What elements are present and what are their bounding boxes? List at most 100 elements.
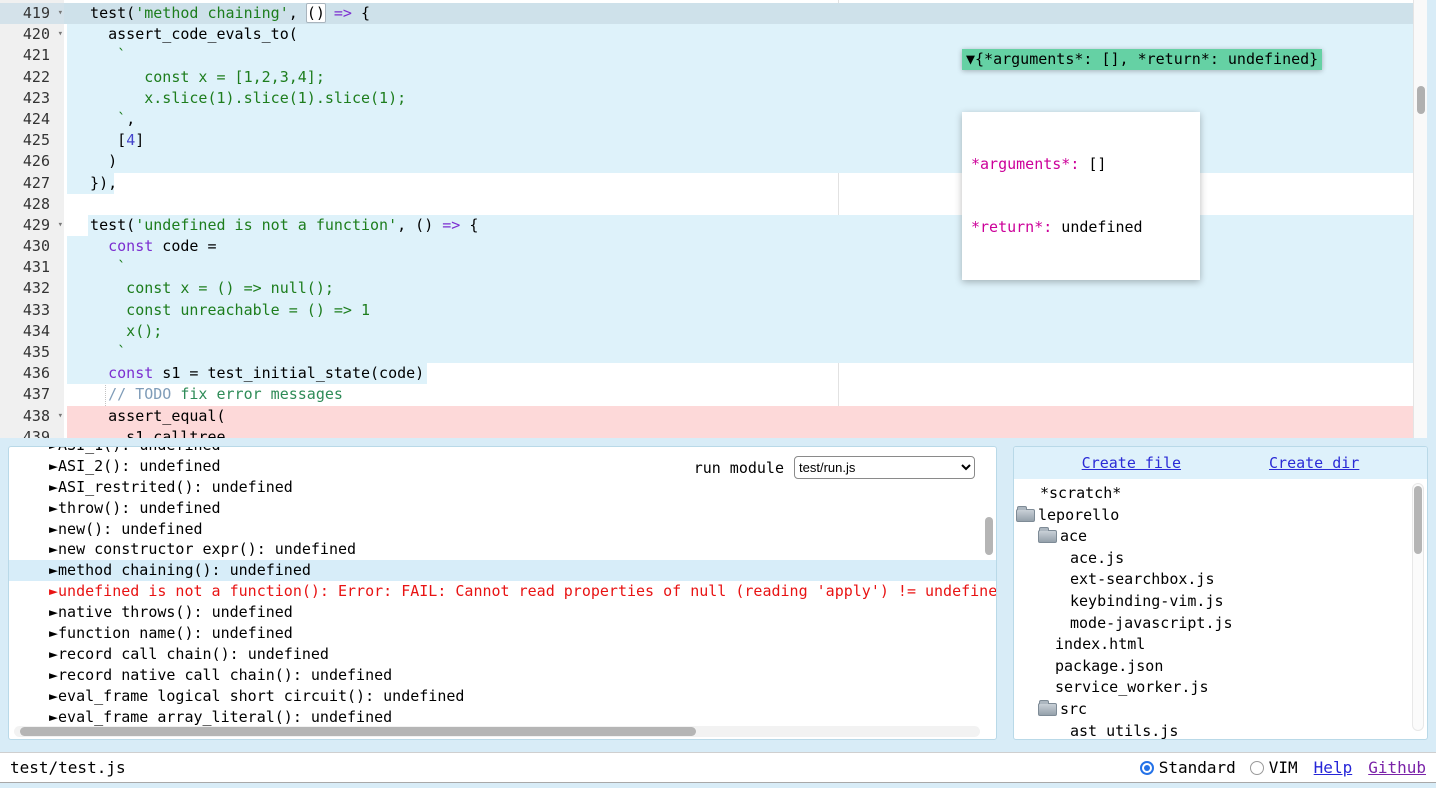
test-result-row[interactable]: ►method chaining(): undefined — [9, 560, 996, 581]
github-link[interactable]: Github — [1368, 758, 1426, 777]
line-number[interactable]: 429▾ — [0, 215, 64, 236]
tree-file-row[interactable]: ast_utils.js — [1014, 721, 1427, 740]
test-result-row[interactable]: ►eval_frame logical short circuit(): und… — [9, 686, 996, 707]
expand-triangle-icon[interactable]: ► — [49, 499, 58, 517]
radio-unselected-icon[interactable] — [1250, 761, 1264, 775]
test-result-row[interactable]: ►native throws(): undefined — [9, 602, 996, 623]
line-number[interactable]: 428 — [0, 194, 64, 215]
collapse-triangle-icon[interactable]: ▼ — [966, 50, 975, 68]
tree-folder-row[interactable]: ace — [1014, 526, 1427, 548]
help-link[interactable]: Help — [1314, 758, 1353, 777]
line-number[interactable]: 427 — [0, 173, 64, 194]
line-number[interactable]: 432 — [0, 278, 64, 299]
expand-triangle-icon[interactable]: ► — [49, 708, 58, 726]
expand-triangle-icon[interactable]: ► — [49, 645, 58, 663]
line-number[interactable]: 423 — [0, 88, 64, 109]
test-result-row[interactable]: ►ASI_1(): undefined — [9, 446, 996, 456]
editor-vertical-scrollbar[interactable] — [1413, 0, 1427, 438]
tree-file-row[interactable]: keybinding-vim.js — [1014, 591, 1427, 613]
files-vertical-scrollbar[interactable] — [1412, 483, 1424, 731]
tree-file-row[interactable]: mode-javascript.js — [1014, 613, 1427, 635]
line-number[interactable]: 438▾ — [0, 406, 64, 427]
tree-file-row[interactable]: ext-searchbox.js — [1014, 569, 1427, 591]
output-vertical-scrollbar[interactable] — [984, 455, 994, 723]
expand-triangle-icon[interactable]: ► — [49, 603, 58, 621]
line-number[interactable]: 433 — [0, 300, 64, 321]
line-number[interactable]: 439 — [0, 427, 64, 438]
expand-triangle-icon[interactable]: ► — [49, 540, 58, 558]
scrollbar-thumb[interactable] — [20, 727, 696, 736]
line-number[interactable]: 421 — [0, 45, 64, 66]
tree-file-row[interactable]: ace.js — [1014, 548, 1427, 570]
line-number[interactable]: 425 — [0, 130, 64, 151]
editor-line[interactable]: // TODO fix error messages — [64, 384, 1413, 405]
tree-folder-row[interactable]: src — [1014, 699, 1427, 721]
test-result-row[interactable]: ►new constructor expr(): undefined — [9, 539, 996, 560]
radio-selected-icon[interactable] — [1140, 761, 1154, 775]
expand-triangle-icon[interactable]: ► — [49, 561, 58, 579]
test-result-row[interactable]: ►record native call chain(): undefined — [9, 665, 996, 686]
test-result-row[interactable]: ►new(): undefined — [9, 519, 996, 540]
tree-file-row[interactable]: index.html — [1014, 634, 1427, 656]
fold-arrow-icon[interactable]: ▾ — [58, 3, 63, 24]
test-output-panel: run module test/run.js ►ASI_1(): undefin… — [8, 446, 997, 740]
keybinding-radio-standard[interactable]: Standard — [1140, 758, 1236, 777]
create-dir-link[interactable]: Create dir — [1269, 454, 1359, 472]
line-number[interactable]: 436 — [0, 363, 64, 384]
editor-line[interactable]: assert_equal( — [64, 406, 1413, 427]
code-token: const — [108, 364, 153, 382]
test-result-row[interactable]: ►function name(): undefined — [9, 623, 996, 644]
fold-arrow-icon[interactable]: ▾ — [58, 406, 63, 427]
tree-file-row[interactable]: service_worker.js — [1014, 677, 1427, 699]
line-number[interactable]: 434 — [0, 321, 64, 342]
line-number[interactable]: 431 — [0, 257, 64, 278]
expand-triangle-icon[interactable]: ► — [49, 687, 58, 705]
code-token: x.slice(1).slice(1).slice(1); — [72, 89, 406, 107]
code-token: 'undefined is not a function' — [135, 216, 397, 234]
expand-triangle-icon[interactable]: ► — [49, 446, 58, 454]
editor-line[interactable]: s1.calltree — [64, 427, 1413, 438]
tree-file-row[interactable]: *scratch* — [1014, 483, 1427, 505]
output-horizontal-scrollbar[interactable] — [14, 726, 980, 737]
scrollbar-thumb[interactable] — [1414, 486, 1422, 554]
expand-triangle-icon[interactable]: ► — [49, 478, 58, 496]
code-token: ` — [117, 258, 126, 276]
line-number[interactable]: 420▾ — [0, 24, 64, 45]
tooltip-entry[interactable]: *arguments*: [] — [971, 154, 1200, 175]
create-file-link[interactable]: Create file — [1082, 454, 1181, 472]
line-number[interactable]: 419▾ — [0, 3, 64, 24]
tooltip-selected-line[interactable]: ▼{*arguments*: [], *return*: undefined} — [962, 49, 1322, 70]
expand-triangle-icon[interactable]: ► — [49, 582, 58, 600]
scrollbar-thumb[interactable] — [985, 517, 993, 555]
test-result-row[interactable]: ►record call chain(): undefined — [9, 644, 996, 665]
run-module-select[interactable]: test/run.js — [794, 456, 975, 479]
expand-triangle-icon[interactable]: ► — [49, 457, 58, 475]
test-result-row[interactable]: ►undefined is not a function(): Error: F… — [9, 581, 996, 602]
code-token — [72, 343, 117, 361]
fold-arrow-icon[interactable]: ▾ — [58, 24, 63, 45]
tree-file-row[interactable]: package.json — [1014, 656, 1427, 678]
expand-triangle-icon[interactable]: ► — [49, 666, 58, 684]
scrollbar-thumb[interactable] — [1417, 86, 1425, 114]
code-editor[interactable]: test('method chaining', () => { assert_c… — [0, 0, 1427, 438]
line-number[interactable]: 424 — [0, 109, 64, 130]
test-result-row[interactable]: ►throw(): undefined — [9, 498, 996, 519]
editor-line[interactable]: const s1 = test_initial_state(code) — [64, 363, 1413, 384]
keybinding-radio-vim[interactable]: VIM — [1250, 758, 1298, 777]
expand-triangle-icon[interactable]: ► — [49, 624, 58, 642]
test-result-row[interactable]: ►ASI_restrited(): undefined — [9, 477, 996, 498]
line-number[interactable]: 426 — [0, 151, 64, 172]
editor-line[interactable]: ` — [64, 342, 1413, 363]
test-result-row[interactable]: ►eval_frame array_literal(): undefined — [9, 707, 996, 728]
code-text: const s1 = test_initial_state(code) — [64, 363, 1413, 384]
editor-line[interactable]: x(); — [64, 321, 1413, 342]
expand-triangle-icon[interactable]: ► — [49, 520, 58, 538]
line-number[interactable]: 435 — [0, 342, 64, 363]
line-number[interactable]: 422 — [0, 67, 64, 88]
fold-arrow-icon[interactable]: ▾ — [58, 215, 63, 236]
tree-folder-row[interactable]: leporello — [1014, 505, 1427, 527]
line-number[interactable]: 437 — [0, 384, 64, 405]
line-number[interactable]: 430 — [0, 236, 64, 257]
tooltip-entry-key: *arguments*: — [971, 155, 1079, 173]
tooltip-entry[interactable]: *return*: undefined — [971, 217, 1200, 238]
